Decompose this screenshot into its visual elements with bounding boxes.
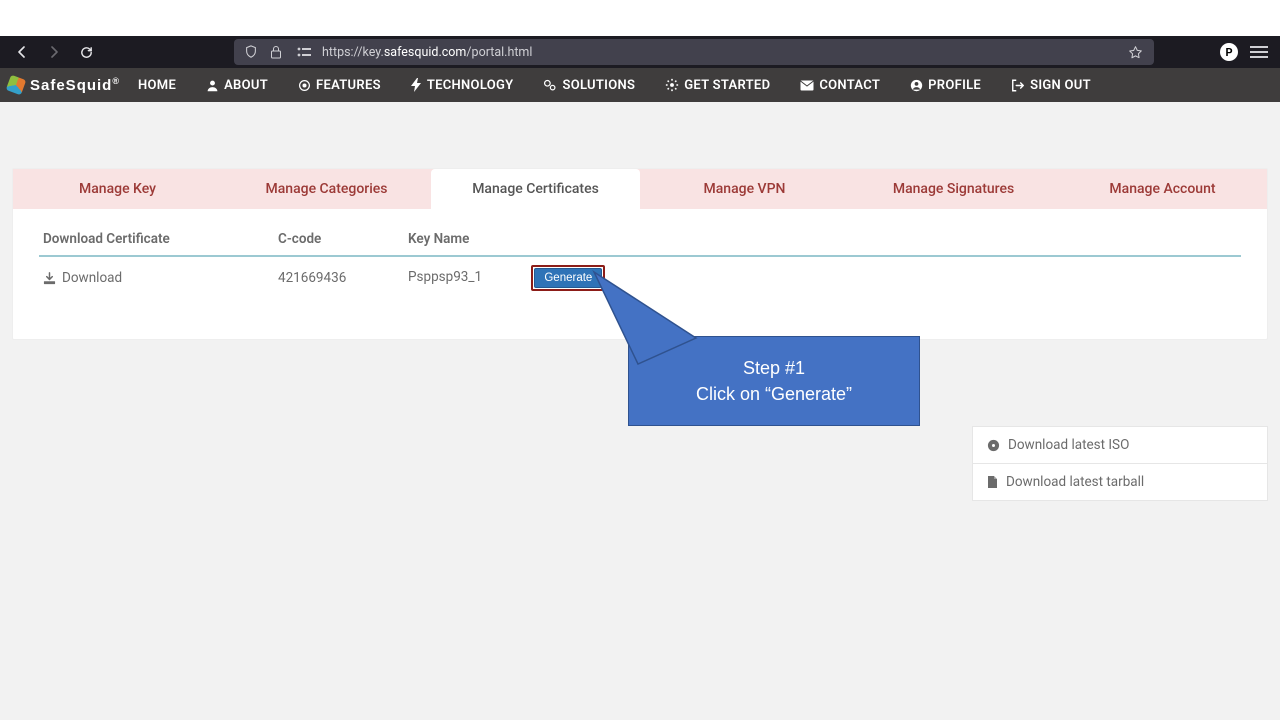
- logo-icon: [6, 75, 27, 96]
- nav-get-started[interactable]: GET STARTED: [653, 68, 782, 102]
- tab-manage-key[interactable]: Manage Key: [13, 169, 222, 209]
- mail-icon: [800, 80, 814, 91]
- user-icon: [206, 79, 219, 92]
- nav-home[interactable]: HOME: [126, 68, 188, 102]
- tab-manage-categories[interactable]: Manage Categories: [222, 169, 431, 209]
- lock-icon: [270, 45, 286, 59]
- download-icon: [43, 272, 56, 285]
- nav-contact[interactable]: CONTACT: [788, 68, 892, 102]
- download-iso-link[interactable]: Download latest ISO: [972, 426, 1268, 464]
- nav-about[interactable]: ABOUT: [194, 68, 280, 102]
- nav-solutions[interactable]: SOLUTIONS: [531, 68, 647, 102]
- download-sidebar: Download latest ISO Download latest tarb…: [972, 426, 1268, 501]
- disc-icon: [987, 439, 1000, 452]
- forward-button[interactable]: [40, 38, 68, 66]
- col-download-certificate: Download Certificate: [39, 225, 274, 256]
- file-icon: [987, 475, 998, 489]
- brand-logo[interactable]: SafeSquid®: [8, 76, 120, 94]
- nav-technology[interactable]: TECHNOLOGY: [399, 68, 526, 102]
- target-icon: [298, 79, 311, 92]
- tab-manage-certificates[interactable]: Manage Certificates: [431, 169, 640, 209]
- download-tarball-link[interactable]: Download latest tarball: [972, 464, 1268, 501]
- nav-profile[interactable]: PROFILE: [898, 68, 993, 102]
- tab-manage-account[interactable]: Manage Account: [1058, 169, 1267, 209]
- gear-icon: [665, 78, 679, 92]
- col-c-code: C-code: [274, 225, 404, 256]
- callout-pointer-icon: [576, 266, 896, 436]
- nav-sign-out[interactable]: SIGN OUT: [999, 68, 1103, 102]
- permissions-icon: [296, 46, 312, 58]
- bolt-icon: [411, 78, 422, 92]
- shield-icon: [244, 45, 260, 59]
- address-bar[interactable]: https://key.safesquid.com/portal.html: [234, 39, 1154, 65]
- bookmark-star-icon[interactable]: [1128, 45, 1144, 60]
- browser-menu-button[interactable]: [1250, 46, 1268, 58]
- cell-c-code: 421669436: [274, 256, 404, 299]
- tab-manage-vpn[interactable]: Manage VPN: [640, 169, 849, 209]
- profile-icon: [910, 79, 923, 92]
- back-button[interactable]: [8, 38, 36, 66]
- cell-key-name: Psppsp93_1: [408, 269, 528, 285]
- site-navbar: SafeSquid® HOME ABOUT FEATURES TECHNOLOG…: [0, 68, 1280, 102]
- nav-features[interactable]: FEATURES: [286, 68, 393, 102]
- tab-bar: Manage Key Manage Categories Manage Cert…: [13, 169, 1267, 209]
- sign-out-icon: [1011, 79, 1025, 92]
- browser-tab-strip: [0, 0, 1280, 36]
- browser-toolbar: https://key.safesquid.com/portal.html P: [0, 36, 1280, 68]
- download-link[interactable]: Download: [43, 270, 270, 286]
- instruction-callout: Step #1 Click on “Generate”: [628, 336, 920, 426]
- profile-avatar[interactable]: P: [1220, 43, 1238, 61]
- reload-button[interactable]: [72, 38, 100, 66]
- url-text: https://key.safesquid.com/portal.html: [322, 45, 532, 60]
- tab-manage-signatures[interactable]: Manage Signatures: [849, 169, 1058, 209]
- cogs-icon: [543, 78, 557, 92]
- col-key-name: Key Name: [404, 225, 1241, 256]
